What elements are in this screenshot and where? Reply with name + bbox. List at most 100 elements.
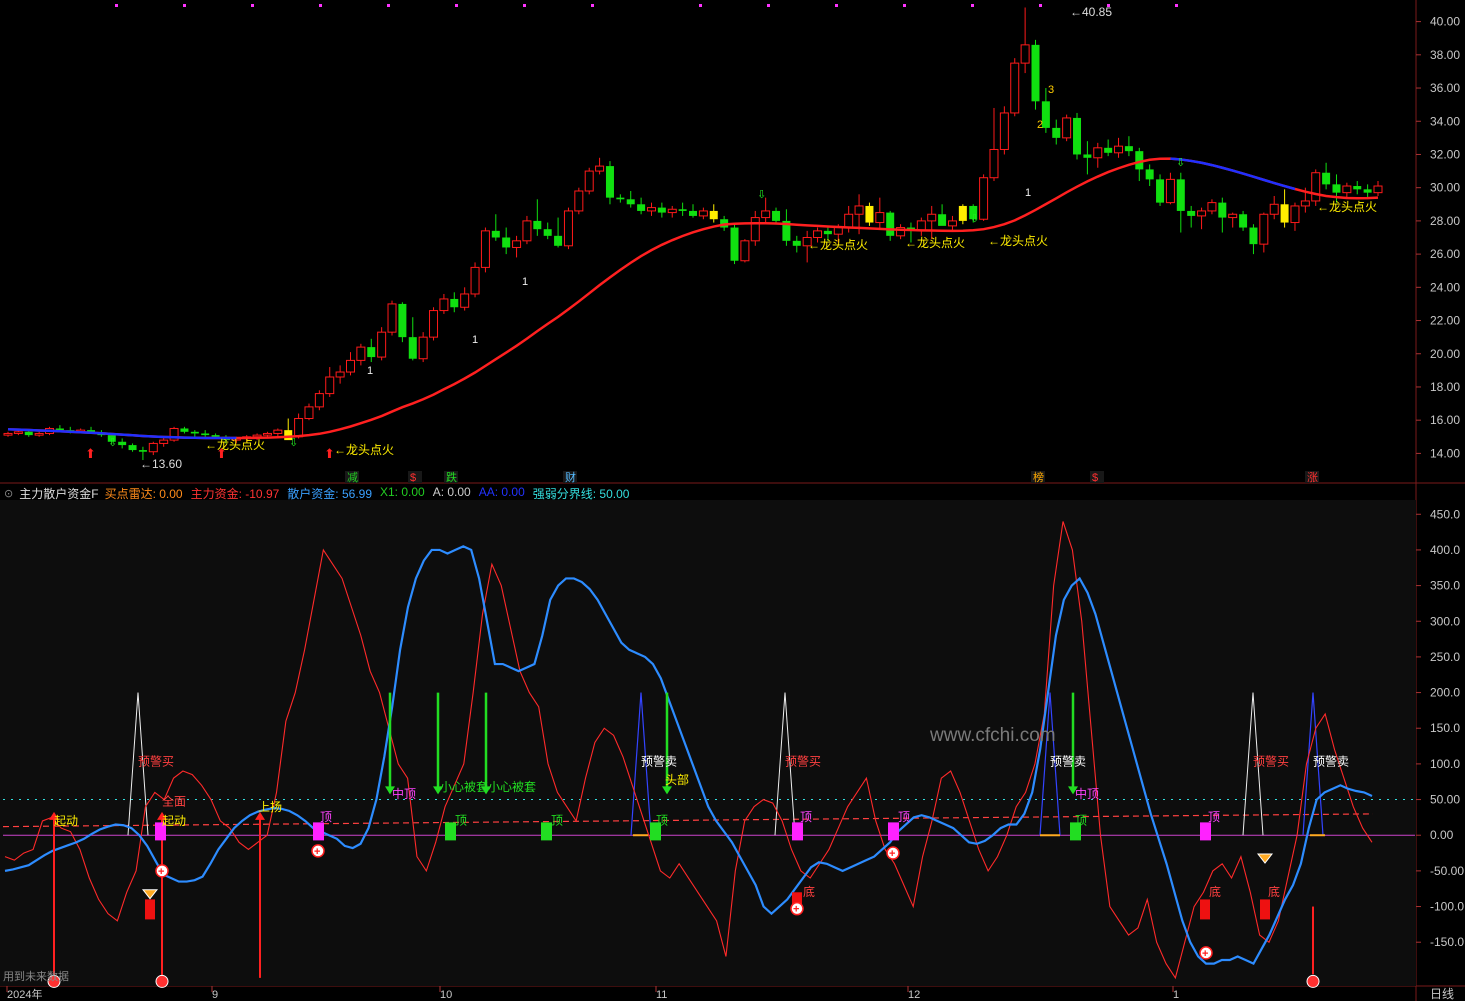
candle-body [605,166,614,198]
candle-body [55,428,64,431]
candle-body [1197,210,1207,217]
period-label: 日线 [1430,987,1454,1001]
candle-body [491,230,500,238]
candle-body [1353,186,1362,190]
candle-body [1020,44,1030,64]
candle-body [159,439,169,444]
candle-body [180,428,189,432]
indicator-value-1: 主力资金: -10.97 [190,486,280,501]
candle-body [148,442,158,453]
candle-body [938,214,947,226]
buy-arrow-icon: ⬆ [85,446,96,461]
event-marker: $ [410,472,416,484]
candle-body [460,293,470,308]
candle-body [750,217,760,242]
candle-body [1145,169,1154,180]
signal-label-ding: 顶 [656,814,668,828]
candle-body [1228,213,1238,219]
indicator-tick-label: 250.0 [1430,650,1460,664]
price-tick-label: 28.00 [1430,214,1460,228]
time-tick-label: 12 [908,989,920,1001]
top-marker-dot [523,4,526,7]
candle-body [563,210,573,247]
indicator-name[interactable]: 主力散户资金F [19,485,98,502]
signal-label-ding: 顶 [320,810,332,824]
candle-body [1093,147,1103,159]
indicator-tick-label: 350.0 [1430,579,1460,593]
signal-label-qidong: 起动 [162,814,186,828]
candle-body [1363,189,1372,193]
longtou-label: ←龙头点火 [1317,200,1377,214]
candle-body [1114,145,1124,154]
signal-label-quanshi: 全面 [162,793,186,808]
bottom-ball-icon [155,974,169,988]
price-tick-label: 24.00 [1430,280,1460,294]
candle-body [367,347,376,358]
top-marker-dot [183,4,186,7]
signal-label-xiaoxin: 小心被套 [488,780,536,794]
signal-label-ding: 顶 [551,814,563,828]
wave-label: 1 [522,276,528,288]
signal-label-zhongding: 中顶 [1075,786,1099,801]
signal-label-shangyang: 上扬 [258,799,282,814]
candle-body [480,230,490,268]
candle-body [730,227,739,261]
signal-label-ding: 顶 [455,814,467,828]
candle-body [554,235,563,246]
indicator-value-2: 散户资金: 56.99 [287,486,372,501]
indicator-value-3: X1: 0.00 [380,484,425,499]
candle-body [138,450,147,452]
candle-body [667,208,677,214]
price-tick-label: 14.00 [1430,446,1460,460]
signal-label-yujing_mai_sell: 预警卖 [1050,753,1086,768]
candle-body [761,210,771,219]
indicator-tick-label: 400.0 [1430,543,1460,557]
indicator-tick-label: -150.0 [1430,935,1464,949]
time-tick-label: 2024年 [7,987,42,1001]
candle-body [886,212,895,236]
price-tick-label: 32.00 [1430,147,1460,161]
top-marker-dot [387,4,390,7]
time-tick-label: 11 [656,989,667,1001]
event-marker: 涨 [1307,471,1318,484]
candle-body [1156,179,1165,203]
candle-body [698,210,708,217]
candle-body [1104,147,1113,153]
candle-body [823,230,832,235]
signal-label-toubu: 头部 [665,772,689,787]
candle-body [450,298,459,308]
low-label: ←13.60 [140,457,182,471]
down-arrow-icon: ⇩ [757,189,766,201]
event-marker: 榜 [1033,470,1044,484]
candle-body [1280,204,1289,223]
longtou-label: ←龙头点火 [205,438,265,452]
bottom-square [145,899,155,920]
candle-body [792,240,801,246]
plus-circle-icon: + [158,866,164,878]
bottom-square [1260,899,1270,920]
indicator-header: ⊙ 主力散户资金F 买点雷达: 0.00 主力资金: -10.97 散户资金: 56… [0,484,629,502]
longtou-label: ←龙头点火 [988,234,1048,248]
candle-body [1062,117,1072,139]
candle-body [543,229,552,236]
candle-body [1311,172,1321,202]
candle-body [1290,205,1300,224]
price-tick-label: 20.00 [1430,347,1460,361]
wave-label: 1 [367,365,373,377]
indicator-tick-label: 150.0 [1430,721,1460,735]
candle-body [533,220,542,230]
buy-arrow-icon: ⬆ [324,446,335,461]
candle-body [439,298,449,312]
candle-body [1124,146,1133,152]
candle-body [128,445,137,451]
signal-label-qidong: 起动 [54,814,78,828]
candle-body [833,227,843,235]
indicator-value-6: 强弱分界线: 50.00 [532,486,630,501]
top-marker-dot [835,4,838,7]
candle-body [502,237,511,248]
collapse-icon[interactable]: ⊙ [4,487,13,500]
down-arrow-icon: ⇩ [289,437,298,449]
price-tick-label: 22.00 [1430,314,1460,328]
signal-square [792,822,803,841]
signal-label-ding: 顶 [800,810,812,824]
